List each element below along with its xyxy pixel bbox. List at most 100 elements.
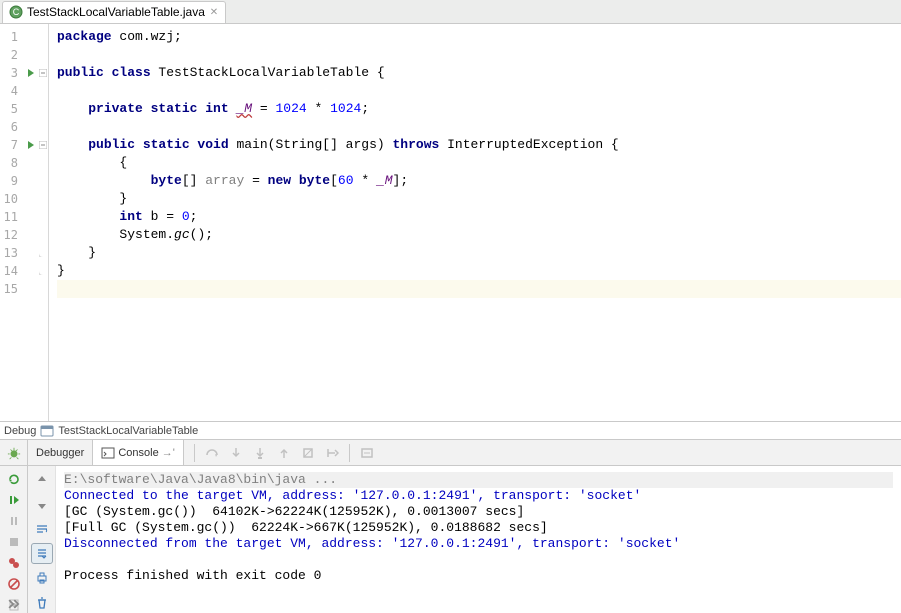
close-icon[interactable]: ✕ <box>209 7 219 17</box>
gutter-row: 11 <box>0 208 48 226</box>
code-line[interactable] <box>57 82 901 100</box>
rerun-button[interactable] <box>3 470 25 487</box>
editor-tab[interactable]: C TestStackLocalVariableTable.java ✕ <box>2 1 226 23</box>
debug-config-label: Debug TestStackLocalVariableTable <box>0 422 901 440</box>
line-number: 10 <box>0 192 24 206</box>
editor-tab-label: TestStackLocalVariableTable.java <box>27 5 205 19</box>
console-icon <box>101 446 115 460</box>
run-toolbar: Debugger Console →' <box>0 440 901 466</box>
line-number: 15 <box>0 282 24 296</box>
fold-open-icon[interactable] <box>38 141 48 149</box>
console-line <box>64 552 893 568</box>
java-class-icon: C <box>9 5 23 19</box>
console-line: Connected to the target VM, address: '12… <box>64 488 893 504</box>
line-number: 12 <box>0 228 24 242</box>
line-number: 13 <box>0 246 24 260</box>
gutter-row: 7 <box>0 136 48 154</box>
drop-frame-button[interactable] <box>297 442 319 464</box>
gutter-row: 5 <box>0 100 48 118</box>
svg-text:C: C <box>13 7 20 17</box>
code-line[interactable]: byte[] array = new byte[60 * _M]; <box>57 172 901 190</box>
tab-console-label: Console <box>118 447 158 459</box>
gutter-row: 10 <box>0 190 48 208</box>
gutter-row: 6 <box>0 118 48 136</box>
gutter-row: 14 <box>0 262 48 280</box>
run-line-icon[interactable] <box>24 69 38 77</box>
code-line[interactable]: { <box>57 154 901 172</box>
line-number: 5 <box>0 102 24 116</box>
up-stack-button[interactable] <box>31 470 53 490</box>
run-to-cursor-button[interactable] <box>321 442 343 464</box>
gutter-row: 2 <box>0 46 48 64</box>
application-icon <box>40 424 54 438</box>
fold-close-icon[interactable] <box>38 249 48 257</box>
down-stack-button[interactable] <box>31 494 53 514</box>
code-line[interactable] <box>57 280 901 298</box>
tab-debugger[interactable]: Debugger <box>28 440 93 465</box>
console-line: Process finished with exit code 0 <box>64 568 893 584</box>
step-over-button[interactable] <box>201 442 223 464</box>
gutter-row: 4 <box>0 82 48 100</box>
fold-close-icon[interactable] <box>38 267 48 275</box>
code-line[interactable]: System.gc(); <box>57 226 901 244</box>
bottom-panel: E:\software\Java\Java8\bin\java ...Conne… <box>0 466 901 613</box>
view-breakpoints-button[interactable] <box>3 554 25 571</box>
console-line: E:\software\Java\Java8\bin\java ... <box>64 472 893 488</box>
mute-breakpoints-button[interactable] <box>3 575 25 592</box>
console-side-toolbar <box>28 466 56 613</box>
code-area[interactable]: package com.wzj; public class TestStackLo… <box>49 24 901 421</box>
gutter-row: 3 <box>0 64 48 82</box>
gutter-row: 15 <box>0 280 48 298</box>
line-number: 7 <box>0 138 24 152</box>
scroll-to-end-button[interactable] <box>31 543 53 564</box>
debug-rerun-button[interactable] <box>0 440 28 465</box>
gutter-row: 9 <box>0 172 48 190</box>
step-into-button[interactable] <box>225 442 247 464</box>
code-editor: 123456789101112131415 package com.wzj;pu… <box>0 24 901 422</box>
print-button[interactable] <box>31 568 53 588</box>
line-number: 9 <box>0 174 24 188</box>
line-number: 14 <box>0 264 24 278</box>
code-line[interactable]: private static int _M = 1024 * 1024; <box>57 100 901 118</box>
code-line[interactable] <box>57 118 901 136</box>
code-line[interactable] <box>57 46 901 64</box>
soft-wrap-button[interactable] <box>31 519 53 539</box>
clear-all-button[interactable] <box>31 593 53 613</box>
fold-open-icon[interactable] <box>38 69 48 77</box>
line-number: 1 <box>0 30 24 44</box>
code-line[interactable]: } <box>57 190 901 208</box>
toolbar-separator <box>349 444 350 462</box>
line-number: 11 <box>0 210 24 224</box>
gutter-row: 8 <box>0 154 48 172</box>
code-line[interactable]: int b = 0; <box>57 208 901 226</box>
debug-step-toolbar <box>184 442 378 464</box>
code-line[interactable]: package com.wzj; <box>57 28 901 46</box>
code-line[interactable]: public static void main(String[] args) t… <box>57 136 901 154</box>
force-step-into-button[interactable] <box>249 442 271 464</box>
stop-button[interactable] <box>3 533 25 550</box>
line-number: 3 <box>0 66 24 80</box>
code-line[interactable]: } <box>57 244 901 262</box>
resume-button[interactable] <box>3 491 25 508</box>
tab-console[interactable]: Console →' <box>93 440 183 465</box>
code-line[interactable]: } <box>57 262 901 280</box>
debug-prefix: Debug <box>4 425 36 437</box>
tab-debugger-label: Debugger <box>36 447 84 459</box>
toolbar-separator <box>194 444 195 462</box>
expand-handle-icon[interactable] <box>4 595 22 609</box>
console-line: Disconnected from the target VM, address… <box>64 536 893 552</box>
line-number: 4 <box>0 84 24 98</box>
gutter-row: 13 <box>0 244 48 262</box>
line-number: 2 <box>0 48 24 62</box>
code-line[interactable]: public class TestStackLocalVariableTable… <box>57 64 901 82</box>
evaluate-expression-button[interactable] <box>356 442 378 464</box>
pause-button[interactable] <box>3 512 25 529</box>
editor-tabbar: C TestStackLocalVariableTable.java ✕ <box>0 0 901 24</box>
console-line: [GC (System.gc()) 64102K->62224K(125952K… <box>64 504 893 520</box>
line-number: 6 <box>0 120 24 134</box>
editor-gutter: 123456789101112131415 <box>0 24 49 421</box>
gutter-row: 1 <box>0 28 48 46</box>
console-output[interactable]: E:\software\Java\Java8\bin\java ...Conne… <box>56 466 901 613</box>
step-out-button[interactable] <box>273 442 295 464</box>
run-line-icon[interactable] <box>24 141 38 149</box>
